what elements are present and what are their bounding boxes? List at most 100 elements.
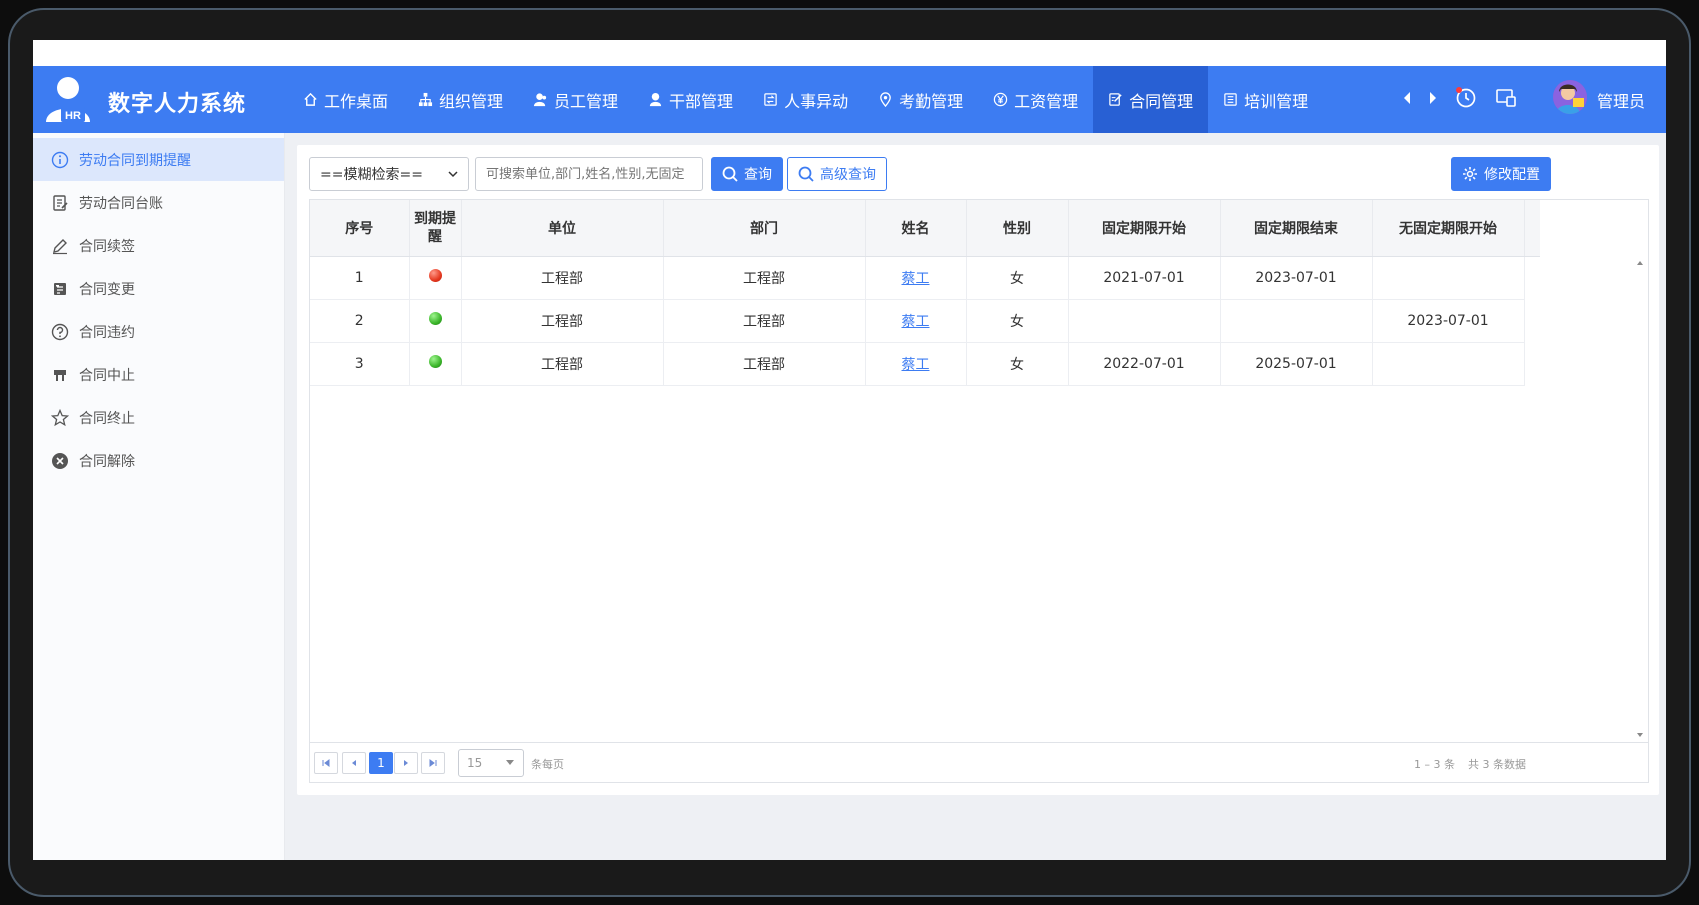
cell-name-link[interactable]: 蔡工: [865, 256, 967, 300]
change-icon: [54, 282, 66, 295]
sidebar-item-label: 合同终止: [79, 410, 135, 427]
cell-remind: [409, 299, 462, 343]
nav-item-org[interactable]: 组织管理: [403, 66, 518, 133]
sidebar-item-breach[interactable]: 合同违约: [33, 310, 284, 353]
sidebar-item-terminate[interactable]: 合同终止: [33, 396, 284, 439]
table-row[interactable]: 1 工程部 工程部 蔡工 女 2021-07-01 2023-07-01: [310, 256, 1540, 300]
nav-item-attendance[interactable]: 考勤管理: [863, 66, 978, 133]
advanced-query-button[interactable]: 高级查询: [787, 157, 887, 191]
cell-name-link[interactable]: 蔡工: [865, 299, 967, 343]
chevron-down-icon: [448, 171, 458, 178]
sidebar-item-suspend[interactable]: 合同中止: [33, 353, 284, 396]
sidebar: 劳动合同到期提醒 劳动合同台账 合同续签 合同变更 合同违约 合同中止 合同终止: [33, 133, 285, 860]
last-page-button[interactable]: [421, 752, 445, 774]
users-icon: [533, 93, 547, 107]
cell-remind: [409, 256, 462, 300]
col-header-scroll-spacer: [1524, 200, 1540, 257]
table-row[interactable]: 2 工程部 工程部 蔡工 女 2023-07-01: [310, 299, 1540, 343]
col-header-name[interactable]: 姓名: [865, 200, 967, 257]
nav-item-salary[interactable]: 工资管理: [978, 66, 1093, 133]
main-nav: 工作桌面 组织管理 员工管理 干部管理 人事异动 考勤管理 工资管理 合同管理 …: [288, 66, 1323, 133]
nav-item-employee[interactable]: 员工管理: [518, 66, 633, 133]
first-page-button[interactable]: [314, 752, 338, 774]
contract-icon: [1109, 93, 1122, 106]
sidebar-item-ledger[interactable]: 劳动合同台账: [33, 181, 284, 224]
cell-fixed-end: 2025-07-01: [1220, 342, 1373, 386]
cell-fixed-end: [1220, 299, 1373, 343]
col-header-dept[interactable]: 部门: [663, 200, 866, 257]
nav-label: 员工管理: [554, 91, 619, 111]
chevron-down-icon: [506, 760, 514, 765]
config-button[interactable]: 修改配置: [1451, 157, 1551, 191]
col-header-fixed-end[interactable]: 固定期限结束: [1220, 200, 1373, 257]
query-button[interactable]: 查询: [711, 157, 783, 191]
range-text: 1 – 3 条: [1414, 758, 1455, 771]
main-content: ==模糊检索== 查询 高级查询 修改配置: [285, 133, 1666, 860]
nav-prev-icon[interactable]: [1401, 88, 1413, 108]
content-panel: ==模糊检索== 查询 高级查询 修改配置: [297, 145, 1659, 795]
nav-label: 干部管理: [669, 91, 734, 111]
search-input[interactable]: [475, 157, 703, 191]
cell-gender: 女: [966, 256, 1069, 300]
training-icon: [1224, 93, 1237, 106]
cell-dept: 工程部: [663, 256, 866, 300]
col-header-no[interactable]: 序号: [310, 200, 410, 257]
nav-item-transfer[interactable]: 人事异动: [748, 66, 863, 133]
nav-item-cadre[interactable]: 干部管理: [633, 66, 748, 133]
status-red-dot: [428, 269, 442, 282]
transfer-icon: [764, 93, 777, 106]
table-row[interactable]: 3 工程部 工程部 蔡工 女 2022-07-01 2025-07-01: [310, 342, 1540, 386]
status-green-dot: [428, 355, 442, 368]
sidebar-item-renewal[interactable]: 合同续签: [33, 224, 284, 267]
yen-icon: [993, 92, 1008, 107]
clock-icon[interactable]: [1455, 87, 1477, 109]
avatar[interactable]: [1553, 80, 1587, 114]
search-toolbar: ==模糊检索== 查询 高级查询 修改配置: [309, 157, 1649, 191]
cell-fixed-start: 2022-07-01: [1068, 342, 1221, 386]
user-name[interactable]: 管理员: [1597, 88, 1645, 112]
sidebar-item-change[interactable]: 合同变更: [33, 267, 284, 310]
sidebar-item-dissolve[interactable]: 合同解除: [33, 439, 284, 482]
cell-open-start: [1372, 256, 1525, 300]
sidebar-item-expiry-reminder[interactable]: 劳动合同到期提醒: [33, 138, 284, 181]
nav-item-training[interactable]: 培训管理: [1208, 66, 1323, 133]
close-circle-icon: [52, 452, 68, 469]
pagination-bar: 1 15 条每页 1 – 3 条 共 3 条数据: [310, 742, 1648, 782]
hr-logo-icon[interactable]: HR: [43, 74, 93, 124]
nav-item-contract[interactable]: 合同管理: [1093, 66, 1209, 133]
scroll-down-icon[interactable]: [1632, 730, 1648, 740]
table-header-row: 序号 到期提醒 单位 部门 姓名 性别 固定期限开始 固定期限结束 无固定期限开…: [310, 200, 1540, 257]
next-page-button[interactable]: [394, 752, 418, 774]
screen-icon[interactable]: [1495, 87, 1517, 109]
home-icon: [304, 92, 317, 106]
status-green-dot: [428, 312, 442, 325]
cell-name-link[interactable]: 蔡工: [865, 342, 967, 386]
advanced-query-label: 高级查询: [820, 167, 876, 183]
col-header-fixed-start[interactable]: 固定期限开始: [1068, 200, 1221, 257]
nav-label: 工资管理: [1014, 91, 1079, 111]
scroll-up-icon[interactable]: [1632, 258, 1648, 268]
nav-scroll-arrows: [1401, 88, 1439, 108]
config-button-label: 修改配置: [1484, 167, 1540, 183]
total-text: 共 3 条数据: [1468, 758, 1526, 771]
col-header-remind[interactable]: 到期提醒: [409, 200, 462, 257]
nav-next-icon[interactable]: [1427, 88, 1439, 108]
page-size-suffix: 条每页: [531, 758, 564, 771]
search-icon: [798, 166, 814, 182]
search-mode-select[interactable]: ==模糊检索==: [309, 157, 469, 191]
col-header-open-start[interactable]: 无固定期限开始: [1372, 200, 1525, 257]
cell-gender: 女: [966, 299, 1069, 343]
prev-page-button[interactable]: [342, 752, 366, 774]
col-header-unit[interactable]: 单位: [461, 200, 664, 257]
sidebar-item-label: 合同中止: [79, 367, 135, 384]
nav-item-workdesk[interactable]: 工作桌面: [288, 66, 403, 133]
current-page-button[interactable]: 1: [369, 752, 393, 774]
vertical-scrollbar[interactable]: [1632, 256, 1648, 742]
page-size-select[interactable]: 15: [458, 749, 524, 777]
nav-label: 培训管理: [1244, 91, 1309, 111]
sidebar-item-label: 劳动合同台账: [79, 195, 163, 212]
last-page-icon: [429, 759, 437, 767]
nav-label: 考勤管理: [899, 91, 964, 111]
nav-label: 组织管理: [439, 91, 504, 111]
col-header-gender[interactable]: 性别: [966, 200, 1069, 257]
